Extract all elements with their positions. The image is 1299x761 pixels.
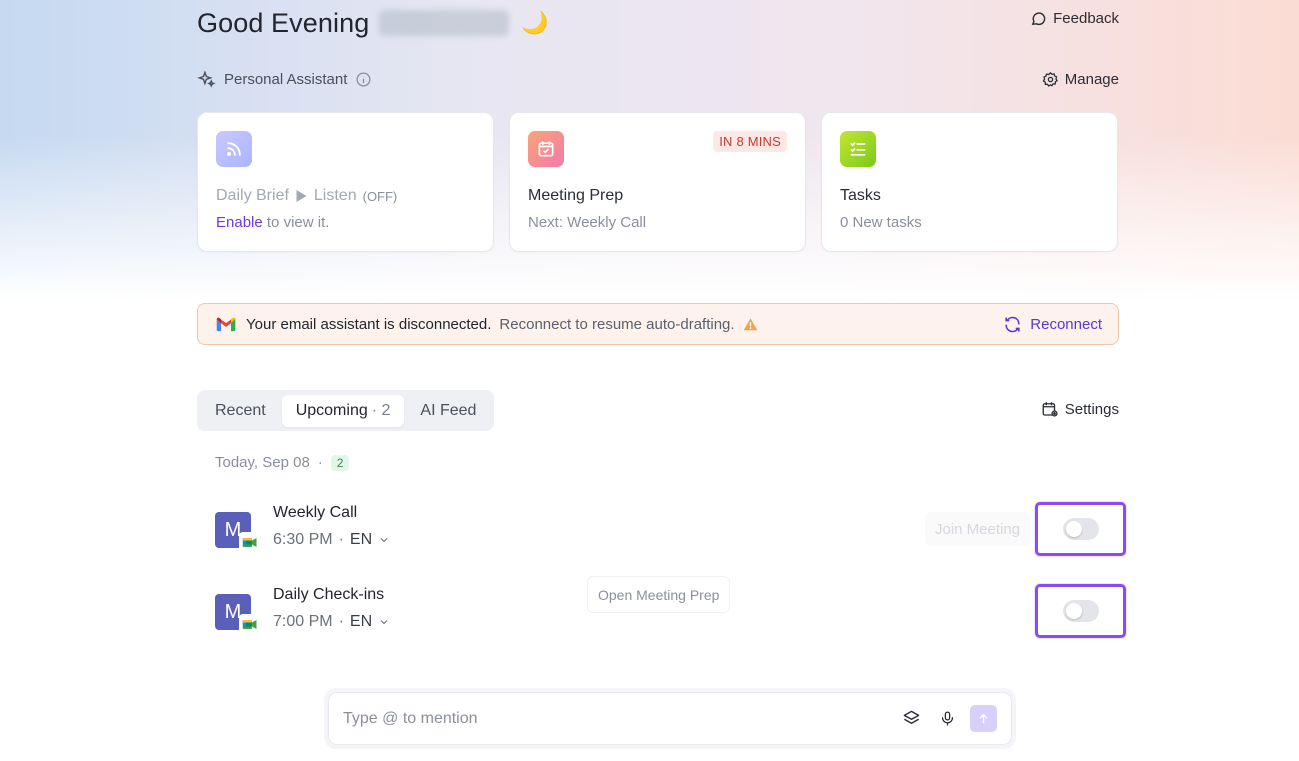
user-name-redacted: [379, 10, 510, 36]
email-disconnected-banner: Your email assistant is disconnected. Re…: [197, 303, 1119, 345]
personal-assistant-title: Personal Assistant: [224, 71, 348, 88]
tasks-card[interactable]: Tasks 0 New tasks: [821, 112, 1118, 252]
daily-brief-title: Daily Brief: [216, 187, 289, 204]
manage-button[interactable]: Manage: [1042, 71, 1119, 88]
meeting-row[interactable]: M Weekly Call 6:30 PM · EN Join Meeting: [215, 500, 1126, 560]
open-meeting-prep-button[interactable]: Open Meeting Prep: [587, 576, 731, 613]
google-meet-icon: [239, 614, 261, 634]
tasks-count: 0 New tasks: [840, 214, 922, 231]
gear-icon: [1042, 71, 1058, 87]
tab-upcoming[interactable]: Upcoming · 2: [281, 394, 405, 427]
chevron-down-icon[interactable]: [378, 534, 390, 546]
banner-weak-text: Reconnect to resume auto-drafting.: [499, 315, 735, 333]
bot-join-toggle[interactable]: [1035, 584, 1126, 638]
bot-join-toggle[interactable]: [1035, 502, 1126, 556]
tab-recent-label: Recent: [215, 401, 266, 419]
enable-link[interactable]: Enable: [216, 214, 263, 231]
tab-ai-feed[interactable]: AI Feed: [406, 395, 490, 427]
meeting-language[interactable]: EN: [350, 613, 372, 631]
assistant-cards: Daily Brief Listen (OFF) Enable to view …: [197, 112, 1119, 252]
feedback-button[interactable]: Feedback: [1030, 10, 1119, 27]
meeting-title: Daily Check-ins: [273, 586, 385, 603]
enable-rest: to view it.: [266, 214, 330, 231]
greeting-text: Good Evening: [197, 7, 370, 38]
personal-assistant-header: Personal Assistant: [197, 70, 372, 89]
refresh-icon: [1005, 316, 1020, 332]
meeting-tabs: Recent Upcoming · 2 AI Feed: [197, 390, 495, 431]
tab-recent[interactable]: Recent: [201, 395, 280, 427]
meeting-prep-next: Next: Weekly Call: [528, 214, 647, 231]
chat-bubble-icon: [1031, 12, 1046, 26]
date-label: Today, Sep 08: [215, 454, 310, 471]
toggle-track: [1062, 600, 1099, 622]
meeting-language[interactable]: EN: [350, 531, 372, 549]
sparkle-icon: [197, 70, 216, 88]
google-meet-icon: [239, 532, 261, 552]
checklist-icon: [840, 131, 876, 167]
meeting-time: 7:00 PM: [273, 613, 333, 630]
date-separator: ·: [317, 454, 323, 471]
meeting-meta: 7:00 PM · EN: [273, 613, 390, 631]
reconnect-button[interactable]: Reconnect: [1003, 315, 1102, 334]
meeting-prep-title: Meeting Prep: [528, 187, 624, 204]
reconnect-label: Reconnect: [1030, 315, 1102, 333]
main-content: Good Evening 🌙 Feedback Personal Assista…: [197, 0, 1126, 761]
chevron-down-icon[interactable]: [378, 616, 390, 628]
toggle-knob: [1065, 603, 1082, 619]
manage-label: Manage: [1064, 71, 1119, 88]
meeting-row[interactable]: M Daily Check-ins 7:00 PM · EN Open Meet…: [215, 576, 1126, 642]
join-meeting-button[interactable]: Join Meeting: [925, 512, 1031, 546]
listen-label[interactable]: Listen: [314, 187, 357, 205]
calendar-gear-icon: [1042, 402, 1058, 417]
date-header: Today, Sep 08 · 2: [215, 454, 350, 471]
time-until-badge: IN 8 MINS: [713, 131, 787, 152]
toggle-track: [1062, 518, 1099, 540]
meeting-time: 6:30 PM: [273, 531, 333, 548]
tab-upcoming-label: Upcoming: [295, 401, 368, 419]
rss-icon: [216, 131, 252, 167]
greeting: Good Evening 🌙: [197, 6, 549, 40]
date-meeting-count: 2: [330, 454, 350, 471]
play-icon[interactable]: [295, 189, 308, 203]
tab-upcoming-count: · 2: [371, 401, 391, 419]
info-icon[interactable]: [355, 71, 372, 88]
daily-brief-title-row: Daily Brief Listen (OFF): [216, 187, 397, 205]
meeting-title: Weekly Call: [273, 504, 358, 521]
settings-label: Settings: [1064, 400, 1119, 418]
listen-state: (OFF): [362, 188, 398, 204]
meeting-meta: 6:30 PM · EN: [273, 531, 390, 549]
calendar-settings-button[interactable]: Settings: [1041, 400, 1119, 418]
feedback-label: Feedback: [1053, 10, 1119, 27]
banner-strong-text: Your email assistant is disconnected.: [246, 315, 492, 333]
warning-icon: [743, 318, 757, 331]
daily-brief-card[interactable]: Daily Brief Listen (OFF) Enable to view …: [197, 112, 494, 252]
meta-separator: ·: [338, 613, 344, 630]
tab-ai-feed-label: AI Feed: [420, 401, 477, 419]
gmail-icon: [216, 317, 236, 332]
meta-separator: ·: [338, 531, 344, 548]
meeting-prep-card[interactable]: IN 8 MINS Meeting Prep Next: Weekly Call: [509, 112, 806, 252]
tasks-title: Tasks: [840, 187, 881, 204]
calendar-check-icon: [528, 131, 564, 167]
moon-icon: 🌙: [521, 10, 549, 35]
toggle-knob: [1065, 521, 1082, 537]
daily-brief-sub: Enable to view it.: [216, 214, 329, 231]
